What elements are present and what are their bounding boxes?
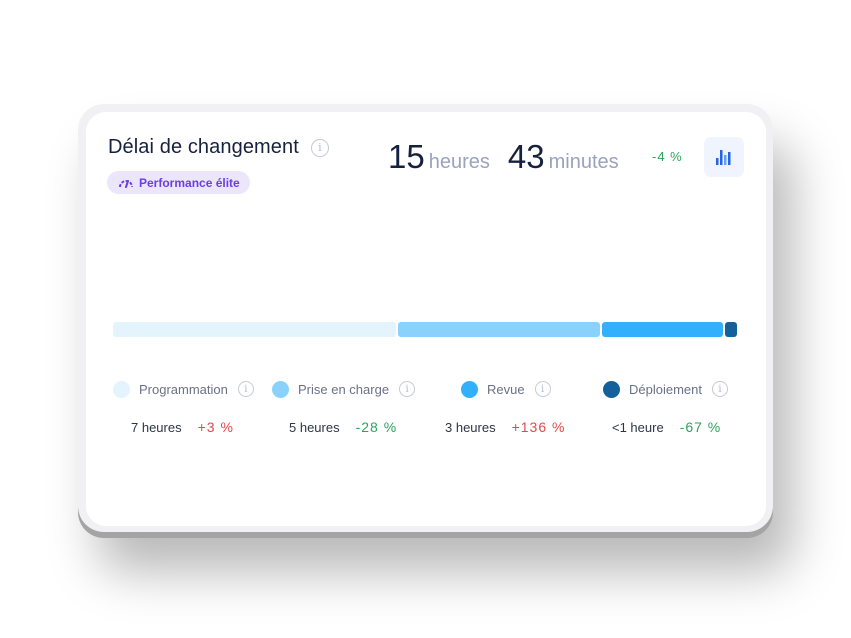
stacked-bar [113, 322, 737, 337]
bar-chart-icon [716, 150, 731, 165]
hours-value: 15 [388, 138, 425, 175]
legend-item: Déploiement i [603, 379, 728, 399]
info-icon[interactable]: i [712, 381, 728, 397]
info-icon[interactable]: i [534, 381, 551, 397]
legend-label: Déploiement [629, 381, 702, 397]
performance-badge: Performance élite [107, 171, 250, 194]
info-icon[interactable]: i [310, 138, 329, 157]
legend-stats: 7 heures +3 % [131, 419, 234, 435]
gauge-icon [119, 179, 133, 188]
legend-label: Revue [487, 381, 525, 397]
bar-segment-programmation[interactable] [113, 322, 396, 337]
legend-stats: 5 heures -28 % [289, 419, 397, 435]
legend-value: 7 heures [131, 419, 182, 435]
minutes-value: 43 [507, 138, 545, 175]
legend-delta: +3 % [197, 419, 234, 435]
info-icon[interactable]: i [399, 381, 416, 397]
legend-delta: -67 % [679, 419, 722, 435]
legend-item: Programmation i [113, 379, 254, 399]
minutes-unit: minutes [548, 151, 619, 173]
legend-value: 5 heures [289, 419, 340, 435]
legend-header: Déploiement i [603, 379, 728, 399]
legend-label: Programmation [139, 381, 228, 397]
card-title: Délai de changement [108, 136, 299, 158]
hours-unit: heures [428, 151, 490, 173]
legend-color-dot [113, 380, 130, 398]
legend-color-dot [603, 380, 620, 398]
total-delta: -4 % [652, 149, 683, 164]
legend-value: <1 heure [612, 419, 664, 435]
legend-stats: 3 heures +136 % [445, 419, 565, 435]
bar-segment-d-ploiement[interactable] [724, 322, 737, 337]
legend: Programmation i 7 heures +3 % Prise en charg… [86, 379, 766, 439]
legend-color-dot [272, 380, 289, 398]
legend-item: Revue i [461, 379, 551, 399]
title-row: Délai de changement i [108, 136, 329, 159]
info-icon[interactable]: i [237, 381, 254, 397]
legend-color-dot [461, 380, 478, 398]
chart-view-button[interactable] [704, 137, 744, 177]
total-lead-time: 15 heures 43 minutes [388, 138, 619, 176]
legend-label: Prise en charge [298, 381, 390, 397]
lead-time-card: Délai de changement i Performance élite … [86, 112, 766, 526]
legend-stats: <1 heure -67 % [612, 419, 721, 435]
legend-header: Revue i [461, 379, 551, 399]
badge-label: Performance élite [139, 175, 240, 190]
legend-header: Programmation i [113, 379, 254, 399]
legend-value: 3 heures [445, 419, 496, 435]
legend-delta: -28 % [355, 419, 398, 435]
legend-header: Prise en charge i [272, 379, 416, 399]
legend-item: Prise en charge i [272, 379, 416, 399]
bar-segment-prise-en-charge[interactable] [397, 322, 600, 337]
legend-delta: +136 % [511, 419, 566, 435]
bar-segment-revue[interactable] [601, 322, 723, 337]
